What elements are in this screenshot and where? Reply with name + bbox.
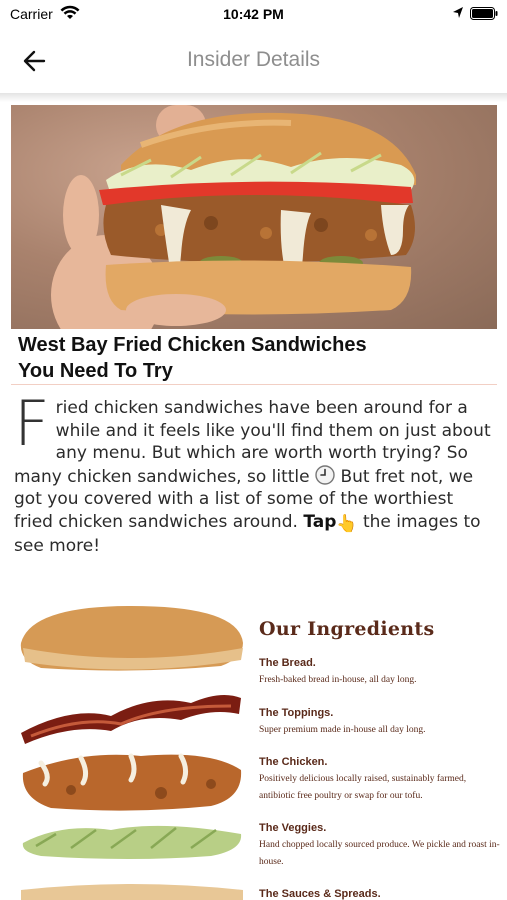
ingredients-heading: Our Ingredients	[259, 618, 435, 640]
clock-icon	[315, 464, 335, 485]
battery-icon	[470, 7, 498, 20]
ingredient-desc: Positively delicious locally raised, sus…	[259, 774, 467, 801]
ingredient-item-chicken: The Chicken. Positively delicious locall…	[259, 756, 501, 805]
nav-divider	[0, 93, 507, 102]
ingredient-item-veggies: The Veggies. Hand chopped locally source…	[259, 822, 501, 871]
ingredient-item-toppings: The Toppings. Super premium made in-hous…	[259, 707, 501, 739]
sandwich-illustration	[51, 105, 416, 329]
ingredient-name: The Sauces & Spreads.	[259, 888, 381, 900]
hero-image-fried-chicken-sandwich[interactable]	[11, 105, 497, 329]
navigation-bar: Insider Details	[0, 28, 507, 94]
article-body: Fried chicken sandwiches have been aroun…	[14, 387, 494, 558]
ingredient-name: The Chicken.	[259, 756, 328, 768]
ingredient-name: The Toppings.	[259, 707, 334, 719]
drop-cap: F	[14, 387, 50, 460]
article-title: West Bay Fried Chicken Sandwiches You Ne…	[18, 332, 488, 384]
article-title-line-1: West Bay Fried Chicken Sandwiches	[18, 334, 367, 356]
location-arrow-icon	[453, 7, 463, 18]
nav-title: Insider Details	[186, 48, 321, 71]
ingredient-item-bread: The Bread. Fresh-baked bread in-house, a…	[259, 657, 501, 689]
ingredient-name: The Veggies.	[259, 822, 327, 834]
pointing-hand-icon: 👆	[336, 513, 358, 534]
ingredient-name: The Bread.	[259, 657, 316, 669]
tap-label: Tap	[303, 511, 337, 532]
ingredient-desc: Hand chopped locally sourced produce. We…	[259, 840, 500, 867]
article-title-line-2: You Need To Try	[18, 360, 173, 382]
ingredient-layers-illustration	[20, 606, 244, 900]
ingredients-graphic[interactable]: Our Ingredients The Bread. Fresh-baked b…	[11, 598, 501, 900]
ingredient-desc: Super premium made in-house all day long…	[259, 725, 426, 735]
title-divider	[11, 384, 497, 385]
status-time: 10:42 PM	[223, 6, 284, 22]
status-bar: Carrier 10:42 PM	[0, 0, 507, 28]
ingredient-desc: Fresh-baked bread in-house, all day long…	[259, 675, 417, 685]
ingredient-item-sauces: The Sauces & Spreads.	[259, 888, 501, 900]
